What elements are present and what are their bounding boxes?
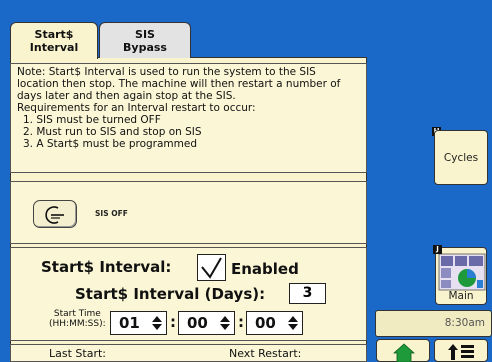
interval-days-label: Start$ Interval (Days):	[75, 285, 266, 303]
sis-toggle-icon	[45, 206, 64, 224]
interval-settings-box: Start$ Interval: Enabled Start$ Interval…	[10, 247, 367, 341]
note-text: Note: Start$ Interval is used to run the…	[17, 66, 341, 102]
up-down-arrows-icon[interactable]	[151, 315, 163, 331]
home-button[interactable]	[376, 339, 430, 362]
minutes-value: 00	[187, 314, 208, 332]
main-hotkey-badge: J	[433, 245, 442, 254]
last-start-label: Last Start:	[49, 347, 106, 360]
requirements-title: Requirements for an Interval restart to …	[17, 102, 256, 114]
tab-sis-bypass[interactable]: SIS Bypass	[99, 22, 191, 58]
tab-start-interval[interactable]: Start$ Interval	[10, 22, 98, 59]
minutes-spinner[interactable]: 00	[178, 311, 235, 335]
main-button-label: Main	[448, 290, 474, 302]
sis-status-label: SIS OFF	[95, 209, 128, 218]
requirement-item: 3. A Start$ must be programmed	[23, 138, 197, 150]
up-down-arrows-icon[interactable]	[219, 315, 231, 331]
checkmark-icon	[201, 257, 222, 279]
seconds-value: 00	[255, 314, 276, 332]
seconds-spinner[interactable]: 00	[246, 311, 303, 335]
cycles-button[interactable]: Cycles	[434, 130, 488, 185]
start-time-label: Start Time (HH:MM:SS):	[49, 309, 106, 329]
interval-enabled-checkbox[interactable]	[197, 254, 226, 281]
cycles-button-label: Cycles	[443, 152, 479, 164]
interval-enabled-label: Start$ Interval:	[41, 258, 172, 276]
up-arrow-menu-icon	[448, 344, 474, 360]
main-button[interactable]: J Main	[433, 245, 487, 305]
tab-label-line2: Bypass	[123, 41, 167, 54]
start-time-label-line1: Start Time	[53, 309, 101, 319]
restart-info-box: Last Start: Next Restart:	[10, 344, 367, 362]
tab-label-line2: Interval	[29, 41, 79, 54]
up-menu-button[interactable]	[434, 339, 488, 362]
tab-label-line1: SIS	[135, 28, 155, 41]
requirement-item: 1. SIS must be turned OFF	[23, 114, 161, 126]
interval-enabled-text: Enabled	[231, 260, 299, 278]
next-restart-label: Next Restart:	[229, 347, 302, 360]
hours-spinner[interactable]: 01	[110, 311, 167, 335]
hours-value: 01	[119, 314, 140, 332]
clock-display: 8:30am	[375, 310, 492, 337]
up-down-arrows-icon[interactable]	[287, 315, 299, 331]
main-dashboard-icon	[438, 253, 486, 291]
time-separator: :	[238, 313, 244, 331]
sis-toggle-button[interactable]	[33, 200, 77, 228]
interval-days-input[interactable]: 3	[289, 283, 326, 304]
home-icon	[393, 343, 415, 362]
note-box: Note: Start$ Interval is used to run the…	[10, 63, 367, 173]
tab-label-line1: Start$	[34, 28, 74, 41]
time-separator: :	[170, 313, 176, 331]
requirement-item: 2. Must run to SIS and stop on SIS	[23, 126, 202, 138]
start-time-label-line2: (HH:MM:SS):	[49, 319, 106, 329]
sis-box: SIS OFF	[10, 181, 367, 244]
